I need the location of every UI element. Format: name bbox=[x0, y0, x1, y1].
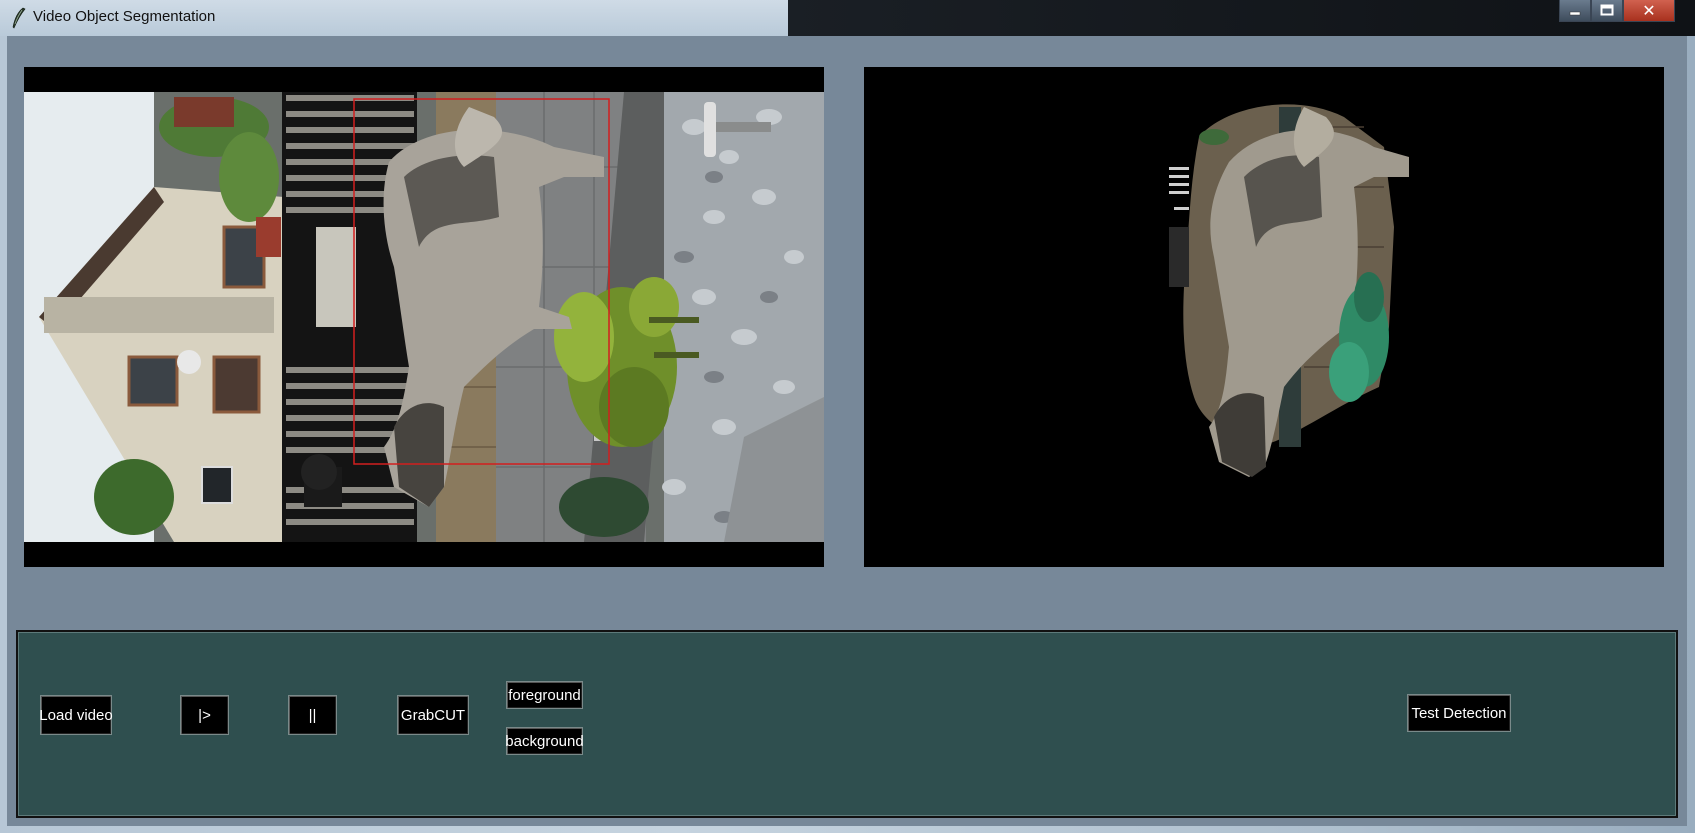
pause-button[interactable]: || bbox=[288, 695, 337, 735]
load-video-button[interactable]: Load video bbox=[39, 695, 113, 735]
window-controls: ✕ bbox=[1559, 0, 1675, 24]
feather-icon bbox=[10, 7, 28, 29]
title-bar[interactable]: Video Object Segmentation ✕ bbox=[0, 0, 1695, 36]
segmented-frame[interactable] bbox=[864, 67, 1664, 567]
grabcut-button[interactable]: GrabCUT bbox=[397, 695, 469, 735]
control-panel: Load video |> || GrabCUT foreground back… bbox=[16, 630, 1678, 818]
app-window: Video Object Segmentation ✕ Load video |… bbox=[0, 0, 1695, 833]
close-button[interactable]: ✕ bbox=[1623, 0, 1675, 22]
foreground-button[interactable]: foreground bbox=[506, 681, 583, 709]
client-area: Load video |> || GrabCUT foreground back… bbox=[7, 36, 1687, 826]
maximize-button[interactable] bbox=[1591, 0, 1623, 22]
minimize-button[interactable] bbox=[1559, 0, 1591, 22]
maximize-icon bbox=[1600, 1, 1614, 20]
test-detection-button[interactable]: Test Detection bbox=[1407, 694, 1511, 732]
source-video-frame[interactable] bbox=[24, 67, 824, 567]
play-button[interactable]: |> bbox=[180, 695, 229, 735]
minimize-icon bbox=[1568, 1, 1582, 20]
source-video-panel[interactable] bbox=[24, 67, 824, 567]
segmentation-output-panel[interactable] bbox=[864, 67, 1664, 567]
close-icon: ✕ bbox=[1642, 1, 1656, 20]
background-button[interactable]: background bbox=[505, 727, 584, 755]
window-title: Video Object Segmentation bbox=[33, 8, 216, 25]
